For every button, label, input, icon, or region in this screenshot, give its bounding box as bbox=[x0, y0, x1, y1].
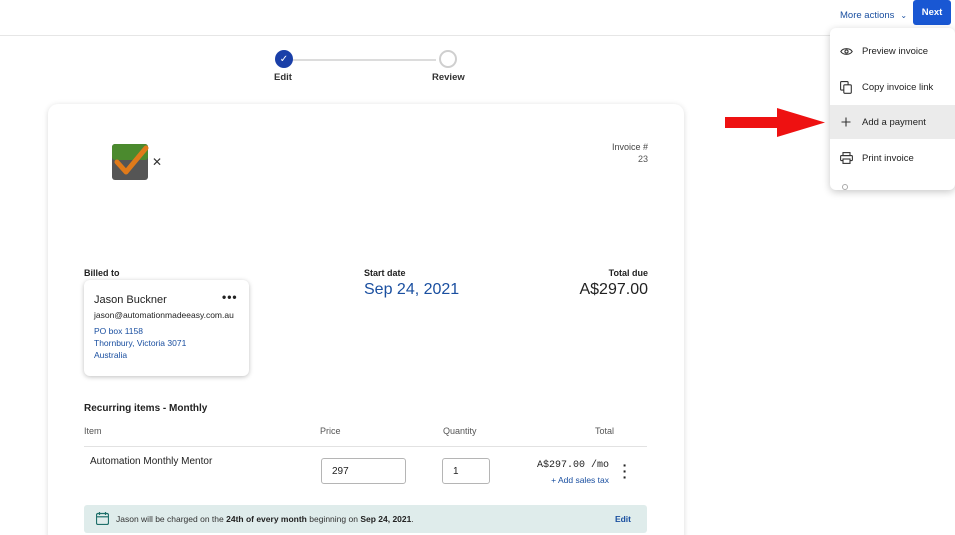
column-header-item: Item bbox=[84, 426, 102, 436]
more-actions-button[interactable]: More actions ⌄ bbox=[832, 4, 916, 26]
line-item-total: A$297.00 /mo bbox=[536, 460, 609, 471]
progress-stepper: ✓ Edit Review bbox=[270, 50, 470, 90]
column-header-total: Total bbox=[594, 426, 614, 436]
plus-icon bbox=[839, 115, 853, 129]
company-logo bbox=[112, 144, 149, 180]
charge-schedule-text: Jason will be charged on the 24th of eve… bbox=[116, 514, 414, 524]
client-address-line2: Thornbury, Victoria 3071 bbox=[94, 338, 187, 348]
total-due-label: Total due bbox=[608, 268, 648, 278]
client-email: jason@automationmadeeasy.com.au bbox=[94, 310, 234, 320]
step-review-label: Review bbox=[432, 72, 465, 83]
total-due-amount: A$297.00 bbox=[579, 281, 648, 298]
invoice-number: 23 bbox=[637, 154, 648, 164]
remove-logo-icon[interactable]: ✕ bbox=[152, 155, 162, 169]
start-date[interactable]: Sep 24, 2021 bbox=[364, 281, 459, 299]
next-button[interactable]: Next bbox=[913, 0, 951, 25]
printer-icon bbox=[839, 151, 853, 165]
stepper-connector bbox=[292, 59, 436, 61]
charge-schedule-banner: Jason will be charged on the 24th of eve… bbox=[84, 505, 647, 533]
client-address-line1: PO box 1158 bbox=[94, 326, 143, 336]
client-card[interactable]: Jason Buckner ••• jason@automationmadeea… bbox=[84, 280, 249, 376]
line-item-name[interactable]: Automation Monthly Mentor bbox=[90, 456, 212, 467]
more-actions-label: More actions bbox=[840, 9, 895, 21]
menu-item-preview-invoice[interactable]: Preview invoice bbox=[830, 34, 955, 68]
menu-item-label: Add a payment bbox=[862, 116, 926, 128]
add-sales-tax-link[interactable]: + Add sales tax bbox=[551, 475, 609, 485]
invoice-number-label: Invoice # bbox=[611, 142, 648, 152]
eye-icon bbox=[839, 44, 853, 58]
annotation-arrow bbox=[725, 108, 825, 137]
invoice-card: ✕ Invoice # 23 Billed to Jason Buckner •… bbox=[48, 104, 684, 535]
chevron-down-icon: ⌄ bbox=[900, 10, 908, 20]
column-header-quantity: Quantity bbox=[443, 426, 477, 436]
client-name: Jason Buckner bbox=[94, 294, 167, 306]
client-address-line3: Australia bbox=[94, 350, 128, 360]
more-options-icon[interactable]: ••• bbox=[222, 290, 238, 304]
step-edit-label: Edit bbox=[274, 72, 292, 83]
menu-item-label: Preview invoice bbox=[862, 45, 928, 57]
checkmark-icon: ✓ bbox=[275, 50, 293, 68]
menu-item-label: Copy invoice link bbox=[862, 81, 934, 93]
menu-overflow-icon bbox=[842, 184, 848, 190]
menu-item-print-invoice[interactable]: Print invoice bbox=[830, 141, 955, 175]
step-review-circle bbox=[439, 50, 457, 68]
start-date-label: Start date bbox=[364, 268, 406, 278]
column-header-price: Price bbox=[320, 426, 341, 436]
kebab-menu-icon[interactable]: · · · bbox=[621, 458, 629, 484]
menu-item-label: Print invoice bbox=[862, 152, 914, 164]
table-divider bbox=[84, 446, 647, 447]
top-bar: More actions ⌄ Next bbox=[0, 0, 955, 36]
more-actions-menu: Preview invoice Copy invoice link Add a … bbox=[830, 28, 955, 190]
billed-to-label: Billed to bbox=[84, 268, 120, 278]
copy-icon bbox=[839, 80, 853, 94]
menu-item-add-a-payment[interactable]: Add a payment bbox=[830, 105, 955, 139]
recurring-items-title: Recurring items - Monthly bbox=[84, 403, 208, 414]
edit-schedule-link[interactable]: Edit bbox=[615, 514, 631, 524]
calendar-icon bbox=[96, 512, 109, 525]
quantity-input[interactable] bbox=[442, 458, 490, 484]
menu-item-copy-invoice-link[interactable]: Copy invoice link bbox=[830, 70, 955, 104]
price-input[interactable] bbox=[321, 458, 406, 484]
